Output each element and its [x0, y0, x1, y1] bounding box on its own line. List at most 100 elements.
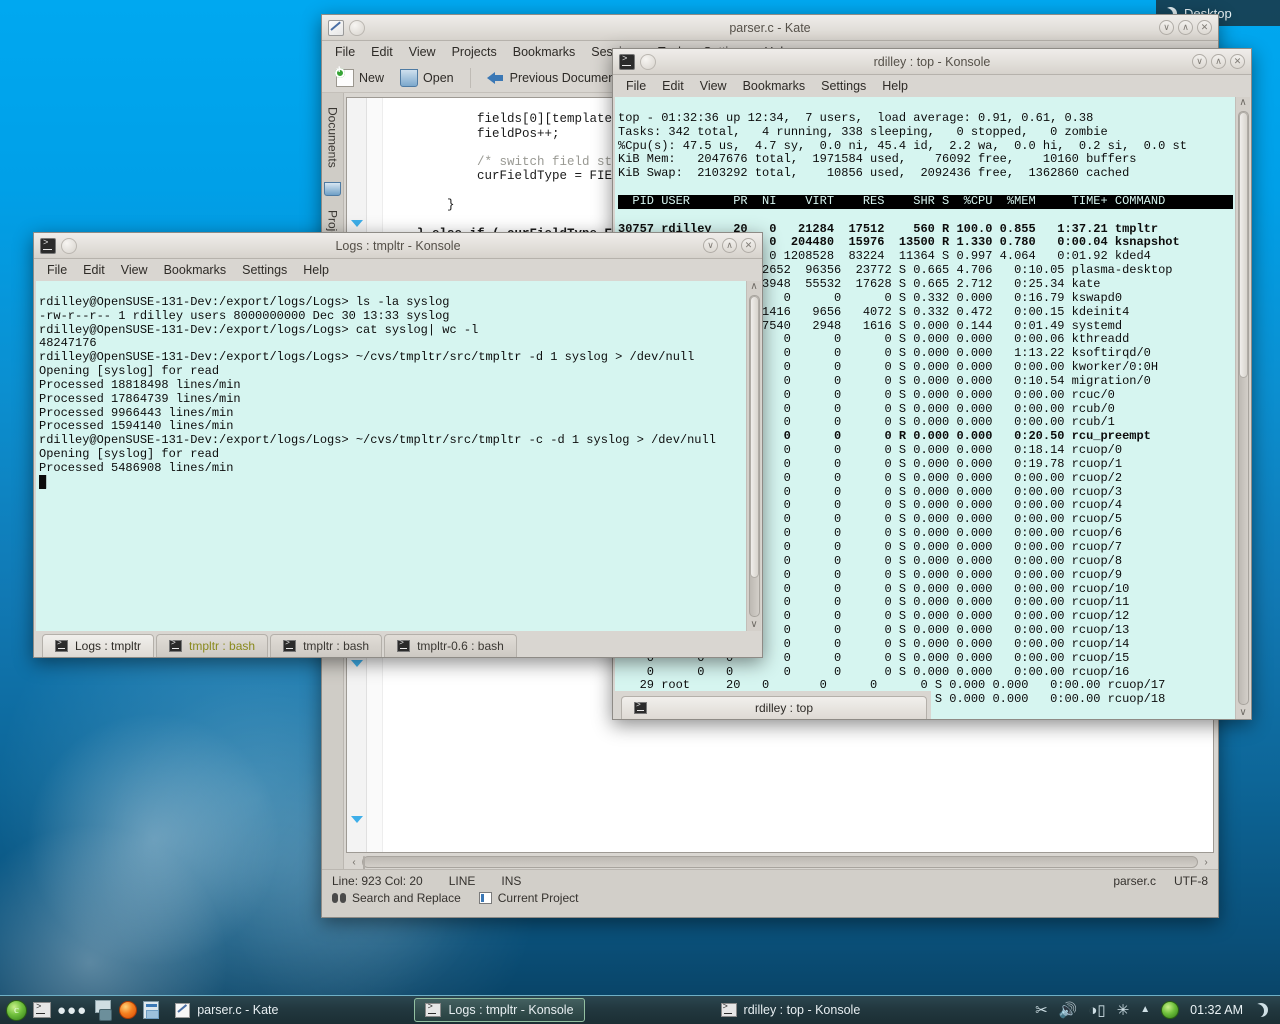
konsole-logs-maximize-button[interactable]: ∧ — [722, 238, 737, 253]
task-button-top-konsole[interactable]: rdilley : top - Konsole — [711, 998, 871, 1022]
volume-icon[interactable]: 🔊 — [1059, 1003, 1078, 1018]
current-project-button[interactable]: Current Project — [478, 891, 578, 905]
dolphin-icon[interactable] — [143, 1001, 160, 1019]
fold-arrow-icon[interactable] — [351, 660, 363, 667]
window-menu-button[interactable] — [640, 53, 656, 70]
scroll-down-icon[interactable]: ∨ — [750, 619, 757, 631]
konsole-logs-menubar[interactable]: File Edit View Bookmarks Settings Help — [34, 259, 762, 281]
vscroll-thumb[interactable] — [749, 296, 759, 578]
sidebar-item-documents[interactable]: Documents — [323, 99, 343, 176]
konsole-top-maximize-button[interactable]: ∧ — [1211, 54, 1226, 69]
clock[interactable]: 01:32 AM — [1190, 1003, 1243, 1017]
previous-document-button[interactable]: Previous Document — [481, 67, 625, 89]
menu-edit[interactable]: Edit — [363, 43, 401, 61]
konsole-logs-tabbar[interactable]: Logs : tmpltr tmpltr : bash tmpltr : bas… — [34, 631, 762, 657]
menu-help[interactable]: Help — [295, 261, 337, 279]
open-button[interactable]: Open — [394, 67, 460, 89]
konsole-top-menubar[interactable]: File Edit View Bookmarks Settings Help — [613, 75, 1251, 97]
menu-file[interactable]: File — [618, 77, 654, 95]
search-and-replace-button[interactable]: Search and Replace — [332, 891, 461, 905]
task-button-label: Logs : tmpltr - Konsole — [448, 1003, 574, 1017]
kate-close-button[interactable]: ✕ — [1197, 20, 1212, 35]
scroll-up-icon[interactable]: ∧ — [1239, 97, 1246, 109]
konsole-top-close-button[interactable]: ✕ — [1230, 54, 1245, 69]
device-notifier-icon[interactable]: ◑▯ — [1088, 1003, 1105, 1018]
scroll-up-icon[interactable]: ∧ — [750, 281, 757, 293]
menu-settings[interactable]: Settings — [813, 77, 874, 95]
konsole-logs-body: rdilley@OpenSUSE-131-Dev:/export/logs/Lo… — [34, 281, 762, 631]
show-hidden-icon[interactable]: ▲ — [1140, 1005, 1150, 1015]
menu-projects[interactable]: Projects — [444, 43, 505, 61]
terminal-line: -rw-r--r-- 1 rdilley users 8000000000 De… — [39, 308, 450, 323]
menu-file[interactable]: File — [327, 43, 363, 61]
konsole-tab-tmpltr-bash-1[interactable]: tmpltr : bash — [156, 634, 269, 657]
menu-edit[interactable]: Edit — [75, 261, 113, 279]
logs-terminal-output[interactable]: rdilley@OpenSUSE-131-Dev:/export/logs/Lo… — [36, 281, 746, 631]
kate-minimize-button[interactable]: ∨ — [1159, 20, 1174, 35]
bluetooth-icon[interactable]: ✳ — [1117, 1003, 1130, 1018]
task-button-kate[interactable]: parser.c - Kate — [165, 998, 288, 1022]
kickoff-icon[interactable] — [6, 999, 27, 1021]
konsole-launcher-icon[interactable] — [33, 1002, 51, 1018]
konsole-top-scrollbar[interactable]: ∧ ∨ — [1235, 97, 1250, 719]
konsole-logs-close-button[interactable]: ✕ — [741, 238, 756, 253]
menu-view[interactable]: View — [692, 77, 735, 95]
hscroll-trough[interactable] — [362, 856, 1198, 875]
konsole-tab-tmpltr-bash-2[interactable]: tmpltr : bash — [270, 634, 383, 657]
kickoff-tray-icon[interactable] — [1161, 1001, 1180, 1019]
window-menu-button[interactable] — [61, 237, 77, 254]
menu-bookmarks[interactable]: Bookmarks — [505, 43, 584, 61]
kate-titlebar[interactable]: parser.c - Kate ∨ ∧ ✕ — [322, 15, 1218, 41]
new-button[interactable]: New — [330, 64, 390, 89]
konsole-logs-scrollbar[interactable]: ∧ ∨ — [746, 281, 761, 631]
konsole-logs-window[interactable]: Logs : tmpltr - Konsole ∨ ∧ ✕ File Edit … — [33, 232, 763, 658]
system-tray[interactable]: ✂ 🔊 ◑▯ ✳ ▲ 01:32 AM — [1035, 1001, 1274, 1019]
menu-bookmarks[interactable]: Bookmarks — [156, 261, 235, 279]
task-button-logs-konsole[interactable]: Logs : tmpltr - Konsole — [414, 998, 585, 1022]
konsole-top-tabbar[interactable]: rdilley : top — [613, 691, 931, 719]
vscroll-trough[interactable] — [1237, 111, 1249, 705]
menu-view[interactable]: View — [113, 261, 156, 279]
menu-help[interactable]: Help — [874, 77, 916, 95]
menu-settings[interactable]: Settings — [234, 261, 295, 279]
konsole-tab-top[interactable]: rdilley : top — [621, 696, 927, 719]
vscroll-thumb[interactable] — [1238, 112, 1248, 379]
arrow-left-icon — [486, 69, 505, 87]
taskbar[interactable]: ●●● parser.c - Kate Logs : tmpltr - Kons… — [0, 995, 1280, 1024]
status-encoding[interactable]: UTF-8 — [1174, 874, 1208, 888]
window-menu-button[interactable] — [349, 19, 365, 36]
menu-bookmarks[interactable]: Bookmarks — [735, 77, 814, 95]
scroll-left-icon[interactable]: ‹ — [348, 857, 360, 868]
konsole-tab-logs[interactable]: Logs : tmpltr — [42, 634, 155, 657]
scroll-right-icon[interactable]: › — [1200, 857, 1212, 868]
vscroll-trough[interactable] — [748, 295, 760, 617]
menu-edit[interactable]: Edit — [654, 77, 692, 95]
kate-horizontal-scrollbar[interactable]: ‹ › — [348, 855, 1212, 875]
kate-window-title: parser.c - Kate — [729, 20, 811, 35]
terminal-line: Opening [syslog] for read — [39, 447, 220, 462]
scroll-down-icon[interactable]: ∨ — [1239, 707, 1246, 719]
kate-maximize-button[interactable]: ∧ — [1178, 20, 1193, 35]
top-column-headers: PID USER PR NI VIRT RES SHR S %CPU %MEM … — [618, 194, 1233, 209]
menu-view[interactable]: View — [401, 43, 444, 61]
menu-file[interactable]: File — [39, 261, 75, 279]
konsole-logs-minimize-button[interactable]: ∨ — [703, 238, 718, 253]
fold-arrow-icon[interactable] — [351, 220, 363, 227]
konsole-logs-window-title: Logs : tmpltr - Konsole — [335, 238, 461, 253]
konsole-logs-titlebar[interactable]: Logs : tmpltr - Konsole ∨ ∧ ✕ — [34, 233, 762, 259]
konsole-top-minimize-button[interactable]: ∨ — [1192, 54, 1207, 69]
klipper-icon[interactable]: ✂ — [1035, 1003, 1048, 1018]
activities-icon[interactable]: ●●● — [57, 1002, 87, 1019]
task-button-label: rdilley : top - Konsole — [743, 1003, 861, 1017]
konsole-app-icon — [619, 53, 635, 70]
konsole-top-titlebar[interactable]: rdilley : top - Konsole ∨ ∧ ✕ — [613, 49, 1251, 75]
line-selection-mode[interactable]: LINE — [449, 874, 476, 888]
fold-arrow-icon[interactable] — [351, 816, 363, 823]
terminal-line: rdilley@OpenSUSE-131-Dev:/export/logs/Lo… — [39, 350, 695, 365]
firefox-icon[interactable] — [119, 1001, 138, 1019]
konsole-tab-tmpltr-06-bash[interactable]: tmpltr-0.6 : bash — [384, 634, 517, 657]
code-line: } — [387, 198, 455, 213]
terminal-line: Opening [syslog] for read — [39, 364, 220, 379]
pager-icon[interactable] — [93, 1000, 113, 1021]
insert-mode[interactable]: INS — [501, 874, 521, 888]
